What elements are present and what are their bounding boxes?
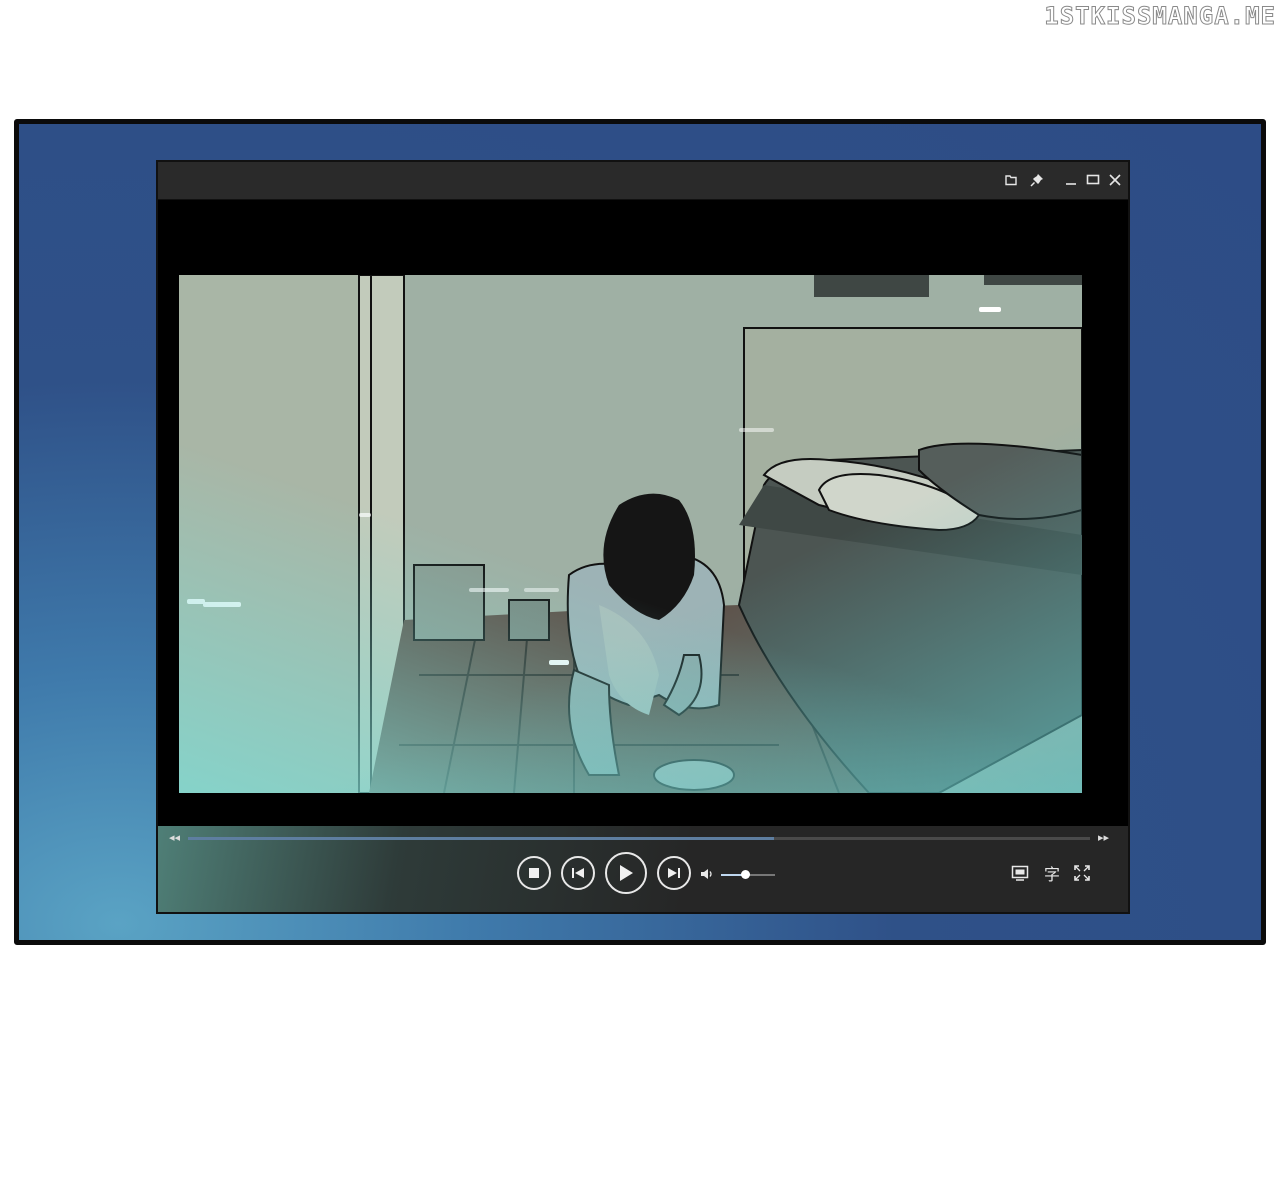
fast-forward-icon[interactable]: ▸▸ <box>1098 830 1114 846</box>
previous-track-button[interactable] <box>561 856 595 890</box>
media-player-window: ◂◂ ▸▸ 字 <box>156 160 1130 914</box>
video-frame[interactable] <box>179 275 1082 793</box>
previous-track-icon <box>572 868 584 878</box>
play-icon <box>620 865 633 881</box>
fullscreen-icon <box>1074 865 1090 881</box>
progress-bar[interactable] <box>188 837 1090 840</box>
screen-mode-icon <box>1011 865 1029 881</box>
maximize-icon[interactable] <box>1084 171 1102 189</box>
volume-icon[interactable] <box>699 866 715 882</box>
video-scene-image <box>179 275 1082 793</box>
subtitle-icon: 字 <box>1043 865 1060 884</box>
title-bar <box>158 162 1128 200</box>
folder-icon[interactable] <box>1002 171 1020 189</box>
next-track-icon <box>668 868 680 878</box>
watermark-text: 1STKISSMANGA.ME <box>1044 2 1276 31</box>
screen-mode-button[interactable] <box>1009 862 1031 884</box>
stop-icon <box>529 868 539 878</box>
play-button[interactable] <box>605 852 647 894</box>
pin-icon[interactable] <box>1028 171 1046 189</box>
stop-button[interactable] <box>517 856 551 890</box>
progress-bar-fill <box>188 837 775 840</box>
fullscreen-button[interactable] <box>1071 862 1093 884</box>
next-track-button[interactable] <box>657 856 691 890</box>
minimize-icon[interactable] <box>1062 171 1080 189</box>
close-icon[interactable] <box>1106 171 1124 189</box>
rewind-icon[interactable]: ◂◂ <box>169 830 185 846</box>
subtitle-button[interactable]: 字 <box>1041 862 1063 884</box>
volume-slider[interactable] <box>721 870 775 879</box>
